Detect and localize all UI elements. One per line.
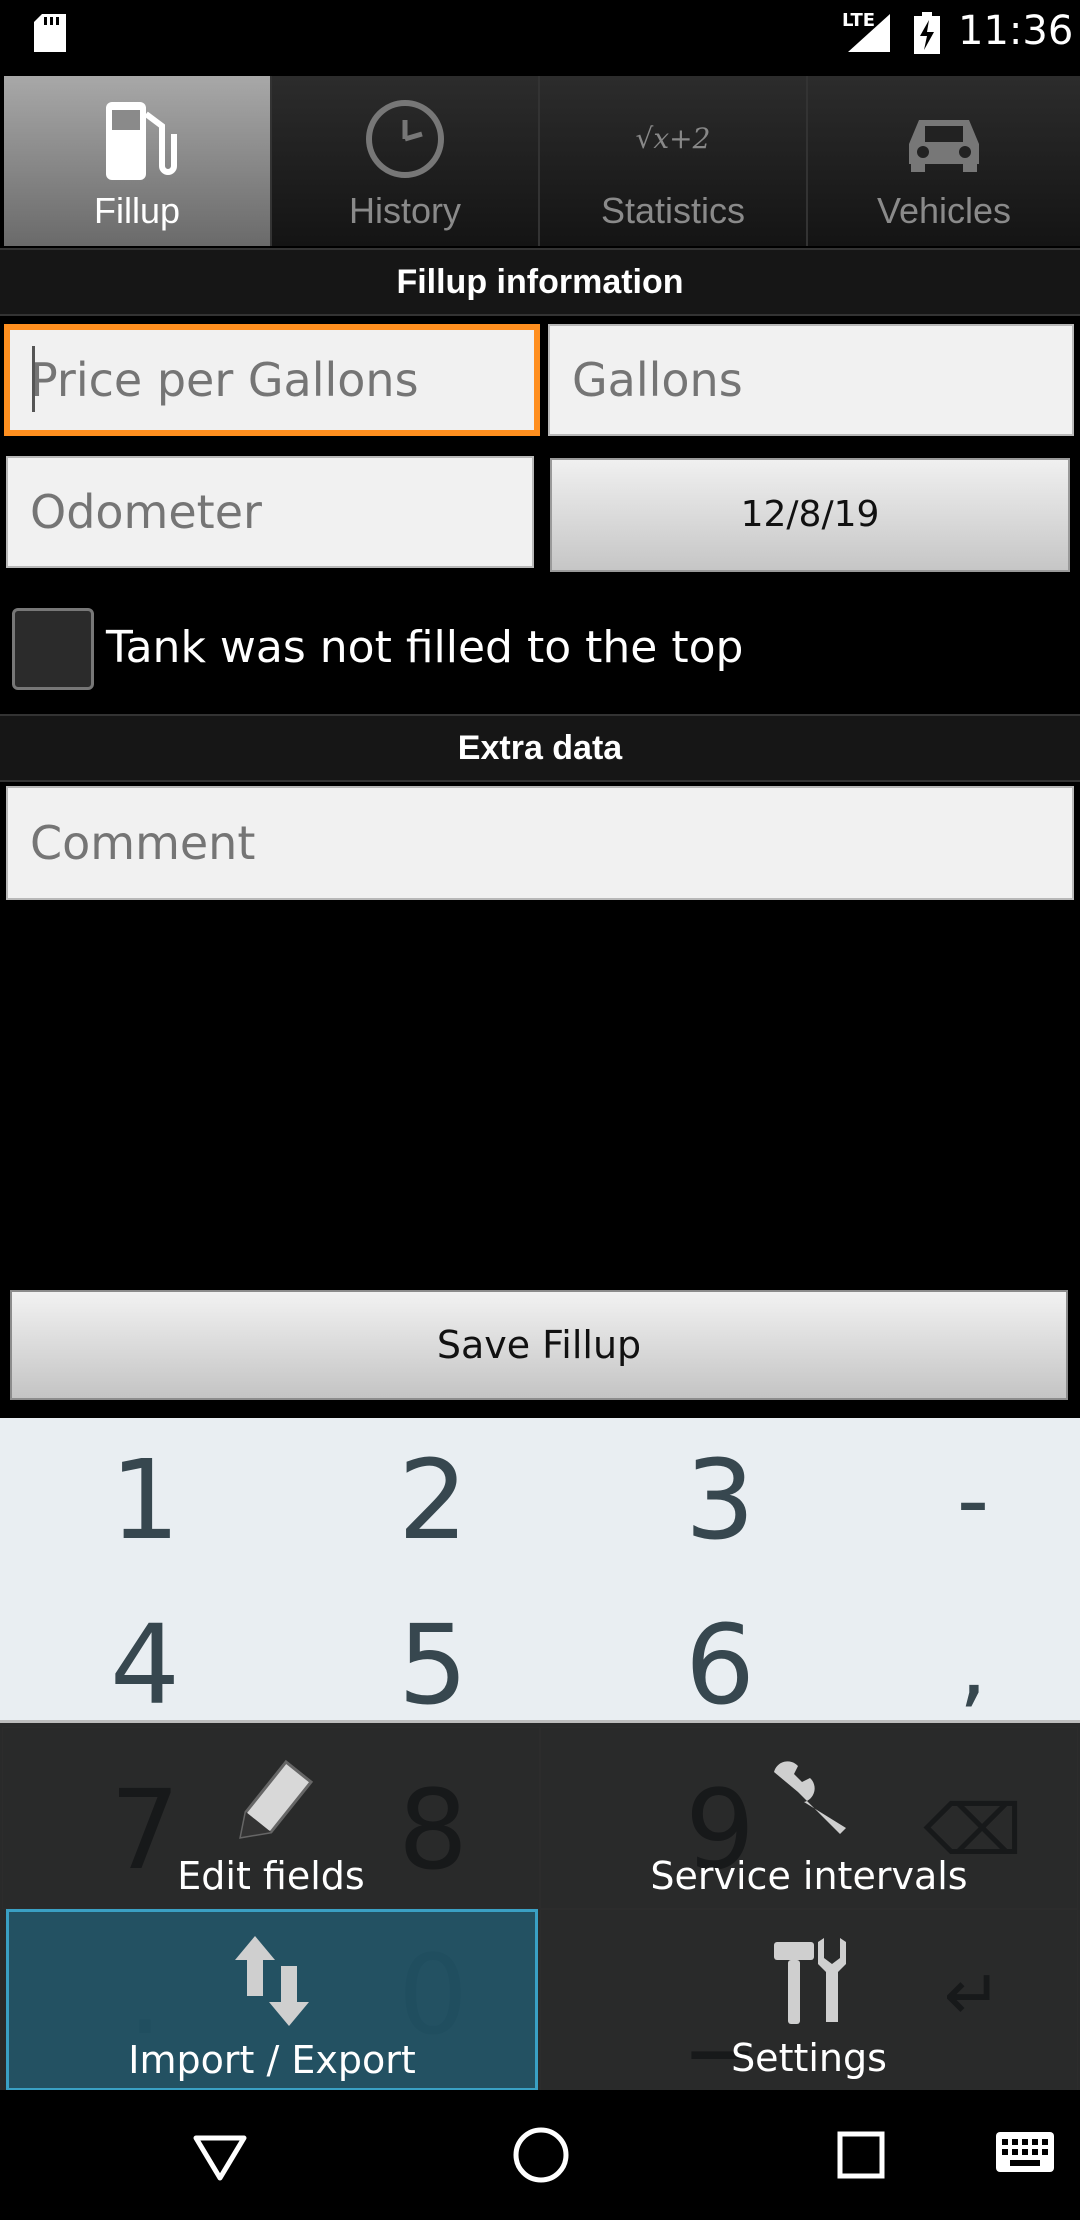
menu-item-label: Service intervals <box>650 1854 968 1898</box>
tab-label: Fillup <box>93 190 181 231</box>
wrench-icon <box>774 1761 846 1834</box>
section-header-extra: Extra data <box>0 714 1080 782</box>
comment-input[interactable] <box>6 786 1074 900</box>
tab-bar: Fillup History √x+2 Statistics Vehicles <box>0 76 1080 246</box>
network-type: LTE <box>842 10 876 31</box>
options-menu: Edit fields Service intervals Import / E… <box>0 1720 1080 2093</box>
battery-charging-icon <box>914 12 940 54</box>
date-picker-button[interactable]: 12/8/19 <box>550 458 1070 572</box>
menu-item-edit-fields[interactable]: Edit fields <box>2 1727 540 1909</box>
navigation-bar <box>0 2090 1080 2220</box>
key-minus[interactable]: - <box>838 1418 1080 1583</box>
sd-card-icon <box>34 14 66 52</box>
tab-history[interactable]: History <box>272 76 540 246</box>
menu-item-settings[interactable]: Settings <box>540 1909 1078 2091</box>
pencil-icon <box>239 1759 314 1839</box>
key-2[interactable]: 2 <box>298 1418 568 1583</box>
key-3[interactable]: 3 <box>585 1418 855 1583</box>
keyboard-switch-icon[interactable] <box>996 2132 1054 2172</box>
tab-statistics[interactable]: √x+2 Statistics <box>540 76 808 246</box>
tools-icon <box>774 1938 846 2024</box>
tab-label: Vehicles <box>876 190 1012 231</box>
price-per-gallon-input[interactable] <box>4 324 540 436</box>
sqrt-formula-icon: √x+2 <box>635 122 711 155</box>
not-full-checkbox[interactable] <box>12 608 94 690</box>
tab-label: Statistics <box>600 190 746 231</box>
import-export-arrows-icon <box>235 1936 309 2026</box>
not-full-label: Tank was not filled to the top <box>106 622 744 673</box>
menu-item-import-export[interactable]: Import / Export <box>6 1909 538 2091</box>
home-icon[interactable] <box>512 2126 570 2184</box>
menu-item-label: Settings <box>731 2036 887 2080</box>
text-cursor <box>32 346 35 412</box>
menu-item-service-intervals[interactable]: Service intervals <box>540 1727 1078 1909</box>
status-bar: LTE 11:36 <box>0 0 1080 70</box>
car-icon <box>909 120 979 172</box>
clock-icon <box>366 100 444 178</box>
save-fillup-button[interactable]: Save Fillup <box>10 1290 1068 1400</box>
fuel-pump-icon <box>106 102 177 180</box>
odometer-input[interactable] <box>6 456 534 568</box>
tab-vehicles[interactable]: Vehicles <box>808 76 1080 246</box>
back-icon[interactable] <box>190 2130 250 2184</box>
menu-item-label: Import / Export <box>128 2038 416 2082</box>
menu-item-label: Edit fields <box>177 1854 365 1898</box>
recents-icon[interactable] <box>836 2130 886 2180</box>
clock-time: 11:36 <box>958 8 1074 54</box>
tab-fillup[interactable]: Fillup <box>4 76 272 246</box>
section-header-fillup: Fillup information <box>0 248 1080 316</box>
price-field-wrapper <box>4 324 540 436</box>
key-1[interactable]: 1 <box>10 1418 280 1583</box>
tab-label: History <box>348 190 461 231</box>
gallons-input[interactable] <box>548 324 1074 436</box>
